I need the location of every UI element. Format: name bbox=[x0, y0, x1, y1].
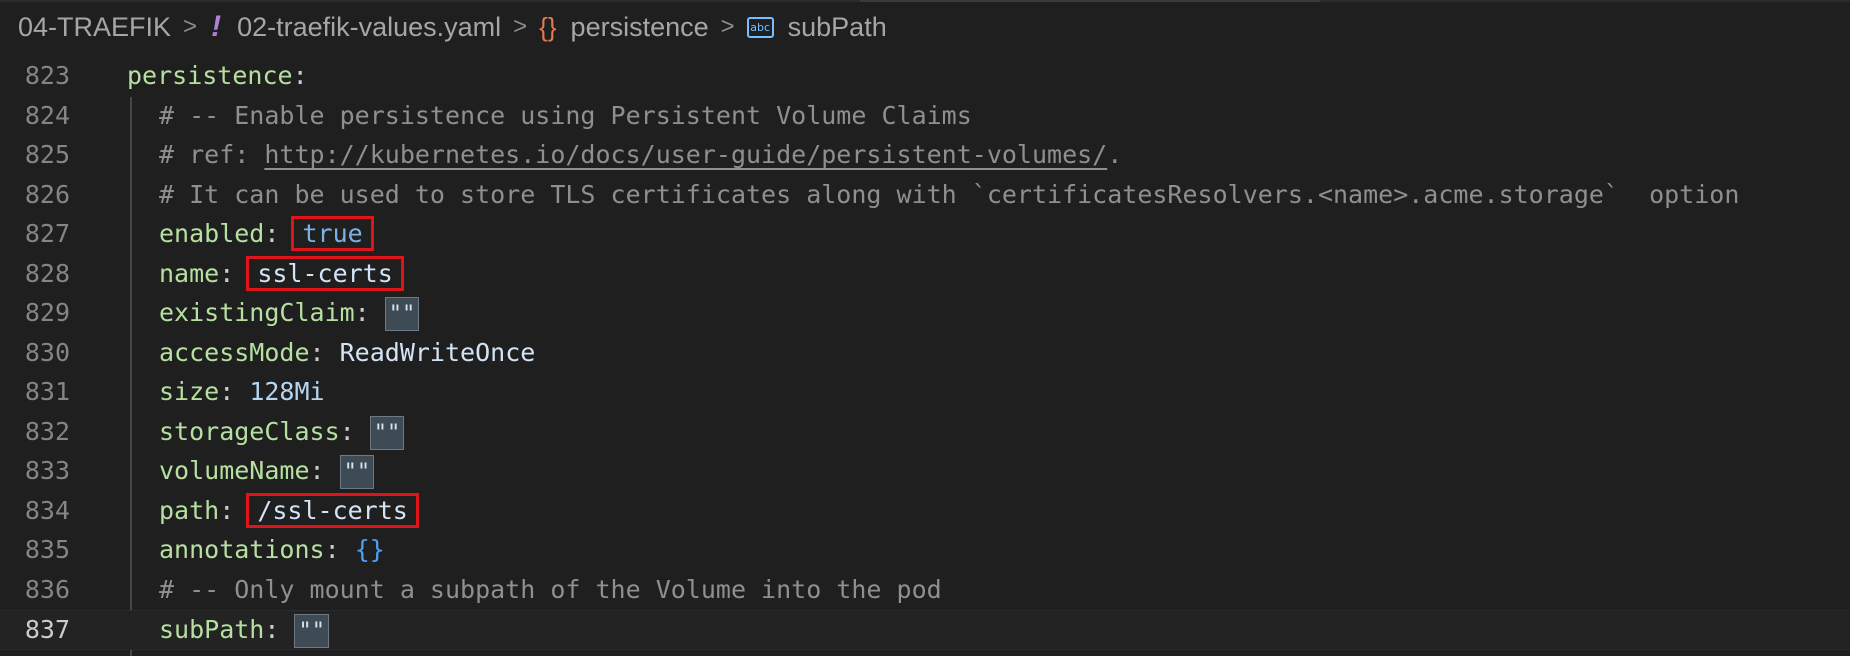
code-line[interactable]: 829 existingClaim: "" bbox=[0, 294, 1850, 334]
object-braces-icon: {} bbox=[539, 11, 557, 42]
code-line[interactable]: 826 # It can be used to store TLS certif… bbox=[0, 176, 1850, 216]
yaml-value: ReadWriteOnce bbox=[339, 337, 536, 367]
yaml-key: storageClass bbox=[159, 416, 340, 446]
yaml-comment: # -- Enable persistence using Persistent… bbox=[159, 100, 972, 130]
empty-string-value: "" bbox=[339, 455, 375, 489]
yaml-key: subPath bbox=[159, 615, 265, 644]
code-editor[interactable]: 823 persistence: 824 # -- Enable persist… bbox=[0, 57, 1850, 656]
code-line[interactable]: 833 volumeName: "" bbox=[0, 452, 1850, 492]
line-number: 833 bbox=[24, 456, 70, 485]
empty-string-value: "" bbox=[294, 614, 329, 648]
breadcrumb-object[interactable]: {} persistence bbox=[539, 12, 708, 43]
yaml-key: name bbox=[159, 258, 220, 288]
yaml-key: volumeName bbox=[159, 456, 310, 485]
yaml-value: {} bbox=[354, 535, 385, 564]
line-number: 825 bbox=[24, 140, 70, 169]
breadcrumb-folder[interactable]: 04-TRAEFIK bbox=[18, 12, 171, 43]
highlighted-value: true bbox=[291, 216, 374, 251]
line-number: 836 bbox=[24, 574, 70, 604]
code-line[interactable]: 831 size: 128Mi bbox=[0, 373, 1850, 413]
yaml-key: size bbox=[159, 377, 220, 406]
highlighted-value: /ssl-certs bbox=[246, 492, 419, 528]
yaml-key: accessMode bbox=[159, 337, 310, 367]
line-number: 824 bbox=[24, 100, 70, 130]
code-line[interactable]: 827 enabled: true bbox=[0, 215, 1850, 255]
line-number: 837 bbox=[24, 615, 70, 644]
code-line[interactable]: 836 # -- Only mount a subpath of the Vol… bbox=[0, 571, 1850, 611]
string-field-icon: abc bbox=[746, 16, 774, 38]
chevron-right-icon: > bbox=[183, 13, 198, 40]
yaml-key: enabled bbox=[159, 219, 265, 248]
yaml-key: existingClaim bbox=[159, 298, 355, 327]
code-line[interactable]: 823 persistence: bbox=[0, 57, 1850, 97]
line-number: 835 bbox=[24, 535, 70, 564]
comment-link[interactable]: http://kubernetes.io/docs/user-guide/per… bbox=[264, 140, 1107, 169]
code-line[interactable]: 834 path: /ssl-certs bbox=[0, 492, 1850, 532]
yaml-key: path bbox=[159, 495, 220, 525]
line-number: 826 bbox=[24, 179, 70, 209]
line-number: 828 bbox=[24, 258, 70, 288]
code-line[interactable]: 835 annotations: {} bbox=[0, 531, 1850, 571]
yaml-comment: # It can be used to store TLS certificat… bbox=[159, 179, 1740, 209]
current-code-line[interactable]: 837 subPath: "" bbox=[0, 610, 1850, 650]
empty-string-value: "" bbox=[369, 415, 405, 450]
line-number: 834 bbox=[24, 495, 70, 525]
yaml-comment: # -- Only mount a subpath of the Volume … bbox=[159, 574, 942, 604]
code-line[interactable]: 830 accessMode: ReadWriteOnce bbox=[0, 334, 1850, 374]
line-number: 832 bbox=[24, 416, 70, 446]
code-line[interactable]: 825 # ref: http://kubernetes.io/docs/use… bbox=[0, 136, 1850, 176]
code-line[interactable]: 832 storageClass: "" bbox=[0, 413, 1850, 453]
yaml-value: 128Mi bbox=[249, 377, 325, 406]
yaml-key: persistence bbox=[127, 61, 293, 90]
line-number: 823 bbox=[24, 61, 70, 90]
empty-string-value: "" bbox=[384, 297, 420, 331]
highlighted-value: ssl-certs bbox=[246, 255, 404, 291]
line-number: 827 bbox=[24, 219, 70, 248]
code-line[interactable]: 828 name: ssl-certs bbox=[0, 255, 1850, 295]
line-number: 831 bbox=[24, 377, 70, 406]
chevron-right-icon: > bbox=[513, 13, 528, 40]
breadcrumb-field[interactable]: abc subPath bbox=[746, 12, 887, 43]
breadcrumb: 04-TRAEFIK > ! 02-traefik-values.yaml > … bbox=[0, 0, 1850, 54]
line-number: 830 bbox=[24, 337, 70, 367]
line-number: 829 bbox=[24, 298, 70, 327]
yaml-key: annotations bbox=[159, 535, 325, 564]
breadcrumb-file[interactable]: ! 02-traefik-values.yaml bbox=[209, 10, 501, 44]
yaml-comment: # ref: bbox=[159, 140, 265, 169]
chevron-right-icon: > bbox=[720, 13, 735, 40]
yaml-file-icon: ! bbox=[211, 10, 222, 43]
code-line[interactable]: 824 # -- Enable persistence using Persis… bbox=[0, 97, 1850, 137]
